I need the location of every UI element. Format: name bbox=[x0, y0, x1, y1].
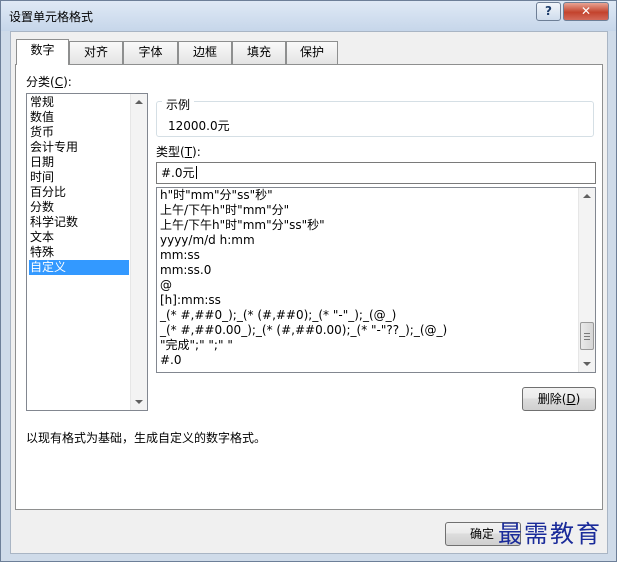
category-scrollbar[interactable] bbox=[130, 94, 147, 410]
category-label: 分类(C): bbox=[26, 75, 72, 89]
category-item-special[interactable]: 特殊 bbox=[29, 245, 129, 260]
category-item-fraction[interactable]: 分数 bbox=[29, 200, 129, 215]
format-item[interactable]: "完成";" ";" " bbox=[160, 338, 570, 353]
category-item-scientific[interactable]: 科学记数 bbox=[29, 215, 129, 230]
type-input-value: #.0元 bbox=[161, 166, 195, 180]
category-item-general[interactable]: 常规 bbox=[29, 95, 129, 110]
sample-value: 12000.0元 bbox=[168, 119, 230, 133]
format-item[interactable]: _(* #,##0.00_);_(* (#,##0.00);_(* "-"??_… bbox=[160, 323, 570, 338]
format-item[interactable]: @ bbox=[160, 278, 570, 293]
category-item-number[interactable]: 数值 bbox=[29, 110, 129, 125]
tab-protection[interactable]: 保护 bbox=[286, 41, 338, 64]
grip-line bbox=[584, 333, 590, 334]
scroll-down-arrow-icon[interactable] bbox=[135, 400, 143, 404]
format-cells-dialog: 设置单元格格式 ? ✕ 数字 对齐 字体 边框 填充 保护 分类(C): 常规 … bbox=[0, 0, 617, 562]
tab-number[interactable]: 数字 bbox=[16, 39, 69, 65]
watermark-logo: 最需教育 bbox=[498, 520, 602, 548]
format-item[interactable]: 上午/下午h"时"mm"分" bbox=[160, 203, 570, 218]
format-item[interactable]: [h]:mm:ss bbox=[160, 293, 570, 308]
sample-legend: 示例 bbox=[162, 96, 195, 113]
format-item[interactable]: h"时"mm"分"ss"秒" bbox=[160, 188, 570, 203]
format-item[interactable]: _(* #,##0_);_(* (#,##0);_(* "-"_);_(@_) bbox=[160, 308, 570, 323]
type-input[interactable]: #.0元 bbox=[156, 162, 596, 184]
format-item[interactable]: mm:ss.0 bbox=[160, 263, 570, 278]
tab-alignment[interactable]: 对齐 bbox=[69, 41, 123, 64]
format-item[interactable]: 上午/下午h"时"mm"分"ss"秒" bbox=[160, 218, 570, 233]
dialog-title: 设置单元格格式 bbox=[9, 10, 94, 24]
delete-button[interactable]: 删除(D) bbox=[522, 387, 596, 411]
scroll-thumb[interactable] bbox=[580, 322, 594, 350]
title-bar[interactable]: 设置单元格格式 ? ✕ bbox=[1, 1, 616, 31]
tab-border[interactable]: 边框 bbox=[178, 41, 232, 64]
grip-line bbox=[584, 336, 590, 337]
dialog-body: 数字 对齐 字体 边框 填充 保护 分类(C): 常规 数值 货币 会计专用 日… bbox=[10, 31, 608, 554]
type-label: 类型(T): bbox=[156, 145, 201, 159]
close-button[interactable]: ✕ bbox=[563, 2, 609, 21]
format-item[interactable]: yyyy/m/d h:mm bbox=[160, 233, 570, 248]
category-item-accounting[interactable]: 会计专用 bbox=[29, 140, 129, 155]
help-button[interactable]: ? bbox=[536, 2, 561, 21]
format-item[interactable]: #.0 bbox=[160, 353, 570, 368]
text-caret bbox=[195, 166, 197, 179]
grip-line bbox=[584, 339, 590, 340]
tab-font[interactable]: 字体 bbox=[123, 41, 178, 64]
scroll-up-arrow-icon[interactable] bbox=[583, 194, 591, 198]
format-scrollbar[interactable] bbox=[578, 188, 595, 372]
number-tab-panel: 分类(C): 常规 数值 货币 会计专用 日期 时间 百分比 分数 科学记数 文… bbox=[15, 64, 603, 510]
scroll-down-arrow-icon[interactable] bbox=[583, 362, 591, 366]
category-item-custom[interactable]: 自定义 bbox=[29, 260, 129, 275]
category-item-percentage[interactable]: 百分比 bbox=[29, 185, 129, 200]
tab-fill[interactable]: 填充 bbox=[232, 41, 286, 64]
category-item-text[interactable]: 文本 bbox=[29, 230, 129, 245]
format-description: 以现有格式为基础，生成自定义的数字格式。 bbox=[26, 431, 267, 445]
format-item[interactable]: mm:ss bbox=[160, 248, 570, 263]
format-list[interactable]: h"时"mm"分"ss"秒" 上午/下午h"时"mm"分" 上午/下午h"时"m… bbox=[156, 187, 596, 373]
scroll-up-arrow-icon[interactable] bbox=[135, 100, 143, 104]
category-item-date[interactable]: 日期 bbox=[29, 155, 129, 170]
category-list[interactable]: 常规 数值 货币 会计专用 日期 时间 百分比 分数 科学记数 文本 特殊 自定… bbox=[26, 93, 148, 411]
category-item-currency[interactable]: 货币 bbox=[29, 125, 129, 140]
category-item-time[interactable]: 时间 bbox=[29, 170, 129, 185]
